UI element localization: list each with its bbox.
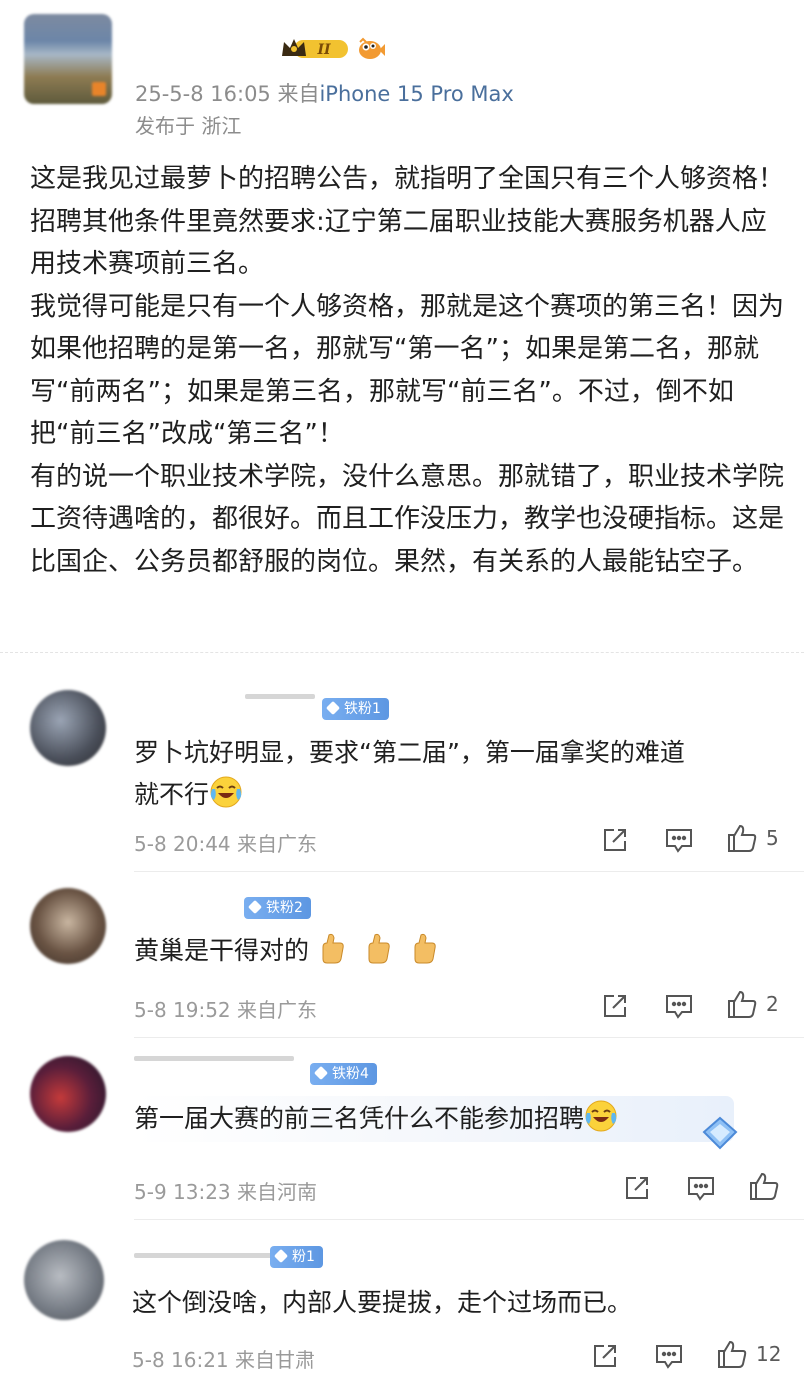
comment-icon bbox=[666, 995, 692, 1019]
comment-text: 这个倒没啥，内部人要提拔，走个过场而已。 bbox=[132, 1288, 633, 1317]
share-icon bbox=[604, 995, 626, 1017]
share-icon bbox=[594, 1345, 616, 1367]
commenter-name-redacted bbox=[245, 694, 315, 699]
reply-button[interactable] bbox=[654, 1342, 684, 1370]
comment-text-line: 罗卜坑好明显，要求“第二届”，第一届拿奖的难道 bbox=[134, 738, 685, 767]
comment-item: 铁粉4 第一届大赛的前三名凭什么不能参加招聘 5-9 13:23 来自河南 bbox=[0, 1038, 804, 1220]
thumbs-up-emoji bbox=[322, 933, 344, 964]
comment-meta: 5-8 20:44 来自广东 bbox=[134, 832, 318, 856]
share-icon bbox=[626, 1177, 648, 1199]
commenter-avatar[interactable] bbox=[30, 1056, 106, 1132]
comment-text-line: 第一届大赛的前三名凭什么不能参加招聘 bbox=[134, 1104, 585, 1133]
comment-meta: 5-9 13:23 来自河南 bbox=[134, 1180, 318, 1204]
thumbs-up-emoji bbox=[414, 933, 436, 964]
like-button[interactable]: 2 bbox=[726, 990, 779, 1018]
post-paragraph: 我觉得可能是只有一个人够资格，那就是这个赛项的第三名！因为如果他招聘的是第一名，… bbox=[30, 291, 785, 450]
post-timestamp: 25-5-8 16:05 来自iPhone 15 Pro Max bbox=[135, 78, 514, 108]
comment-icon bbox=[656, 1345, 682, 1369]
post-header: II 25-5-8 16:05 来自iPhone 15 Pro Max 发布于 … bbox=[0, 0, 804, 140]
comment-meta: 5-8 16:21 来自甘肃 bbox=[132, 1348, 316, 1372]
commenter-name-redacted bbox=[134, 1056, 294, 1061]
post-paragraph: 这是我见过最萝卜的招聘公告，就指明了全国只有三个人够资格！招聘其他条件里竟然要求… bbox=[30, 164, 785, 279]
commenter-avatar[interactable] bbox=[24, 1240, 104, 1320]
fan-badge: 铁粉1 bbox=[322, 698, 389, 720]
like-count: 12 bbox=[756, 1342, 782, 1366]
comment-text: 黄巢是干得对的 bbox=[134, 930, 439, 972]
post-time-text: 25-5-8 16:05 来自 bbox=[135, 82, 320, 106]
post-device-link[interactable]: iPhone 15 Pro Max bbox=[319, 82, 513, 106]
comment-text-line-2: 就不行 bbox=[134, 774, 685, 816]
section-divider bbox=[0, 652, 804, 661]
thumbs-up-icon bbox=[728, 824, 757, 852]
reply-button[interactable] bbox=[686, 1174, 716, 1202]
share-button[interactable] bbox=[591, 1342, 619, 1370]
thumbs-up-emoji bbox=[368, 933, 390, 964]
fan-badge: 粉1 bbox=[270, 1246, 323, 1268]
comment-text: 第一届大赛的前三名凭什么不能参加招聘 bbox=[134, 1098, 618, 1140]
comment-icon bbox=[688, 1177, 714, 1201]
share-icon bbox=[604, 829, 626, 851]
thumbs-up-icon bbox=[728, 990, 757, 1018]
comment-meta: 5-8 19:52 来自广东 bbox=[134, 998, 318, 1022]
reply-button[interactable] bbox=[664, 826, 694, 854]
post-paragraph: 有的说一个职业技术学院，没什么意思。那就错了，职业技术学院工资待遇啥的，都很好。… bbox=[30, 461, 785, 577]
fish-badge-icon[interactable] bbox=[357, 36, 385, 62]
share-button[interactable] bbox=[601, 992, 629, 1020]
fan-badge: 铁粉4 bbox=[310, 1063, 377, 1085]
badge-level-text: II bbox=[316, 42, 331, 58]
comment-text-line: 就不行 bbox=[134, 780, 210, 809]
laughing-tears-emoji bbox=[210, 776, 242, 808]
post-location: 发布于 浙江 bbox=[135, 114, 242, 138]
comment-icon bbox=[666, 829, 692, 853]
commenter-avatar[interactable] bbox=[30, 888, 106, 964]
commenter-avatar[interactable] bbox=[30, 690, 106, 766]
comment-text: 罗卜坑好明显，要求“第二届”，第一届拿奖的难道 就不行 bbox=[134, 732, 685, 816]
author-avatar[interactable] bbox=[24, 14, 112, 104]
commenter-name-redacted bbox=[134, 1253, 284, 1258]
comment-item: 粉1 这个倒没啥，内部人要提拔，走个过场而已。 5-8 16:21 来自甘肃 1… bbox=[0, 1220, 804, 1372]
comment-item: 铁粉1 罗卜坑好明显，要求“第二届”，第一届拿奖的难道 就不行 5-8 20:4… bbox=[0, 672, 804, 872]
reply-button[interactable] bbox=[664, 992, 694, 1020]
fan-badge: 铁粉2 bbox=[244, 897, 311, 919]
like-count: 2 bbox=[766, 992, 779, 1016]
laughing-tears-emoji bbox=[585, 1100, 617, 1132]
diamond-sticker-icon bbox=[702, 1116, 738, 1150]
thumbs-up-icon bbox=[750, 1172, 779, 1200]
like-count: 5 bbox=[766, 826, 779, 850]
like-button[interactable] bbox=[748, 1172, 780, 1200]
comment-item: 铁粉2 黄巢是干得对的 5-8 19:52 来自广东 2 bbox=[0, 872, 804, 1038]
crown-level-badge-icon[interactable]: II bbox=[280, 36, 352, 62]
share-button[interactable] bbox=[601, 826, 629, 854]
like-button[interactable]: 5 bbox=[726, 824, 779, 852]
comment-text-line: 黄巢是干得对的 bbox=[134, 936, 310, 965]
post-body: 这是我见过最萝卜的招聘公告，就指明了全国只有三个人够资格！招聘其他条件里竟然要求… bbox=[30, 158, 790, 583]
like-button[interactable]: 12 bbox=[716, 1340, 781, 1368]
share-button[interactable] bbox=[623, 1174, 651, 1202]
